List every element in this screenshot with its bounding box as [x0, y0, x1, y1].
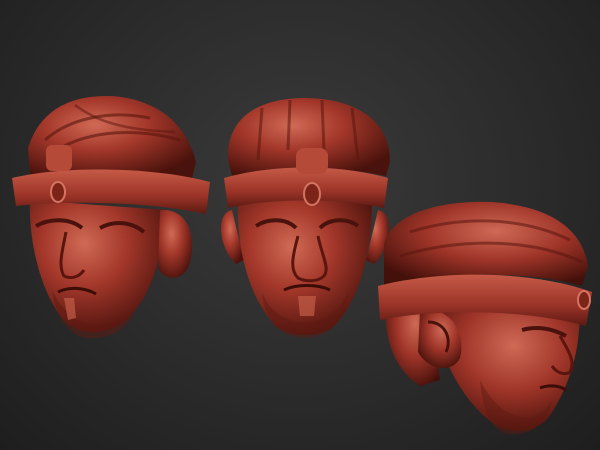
sculpt-viewport[interactable]	[0, 0, 600, 450]
head-three-quarter-left[interactable]	[12, 95, 210, 339]
head-front[interactable]	[220, 98, 390, 338]
head-three-quarter-right[interactable]	[378, 201, 592, 435]
viewport-canvas	[12, 95, 592, 435]
